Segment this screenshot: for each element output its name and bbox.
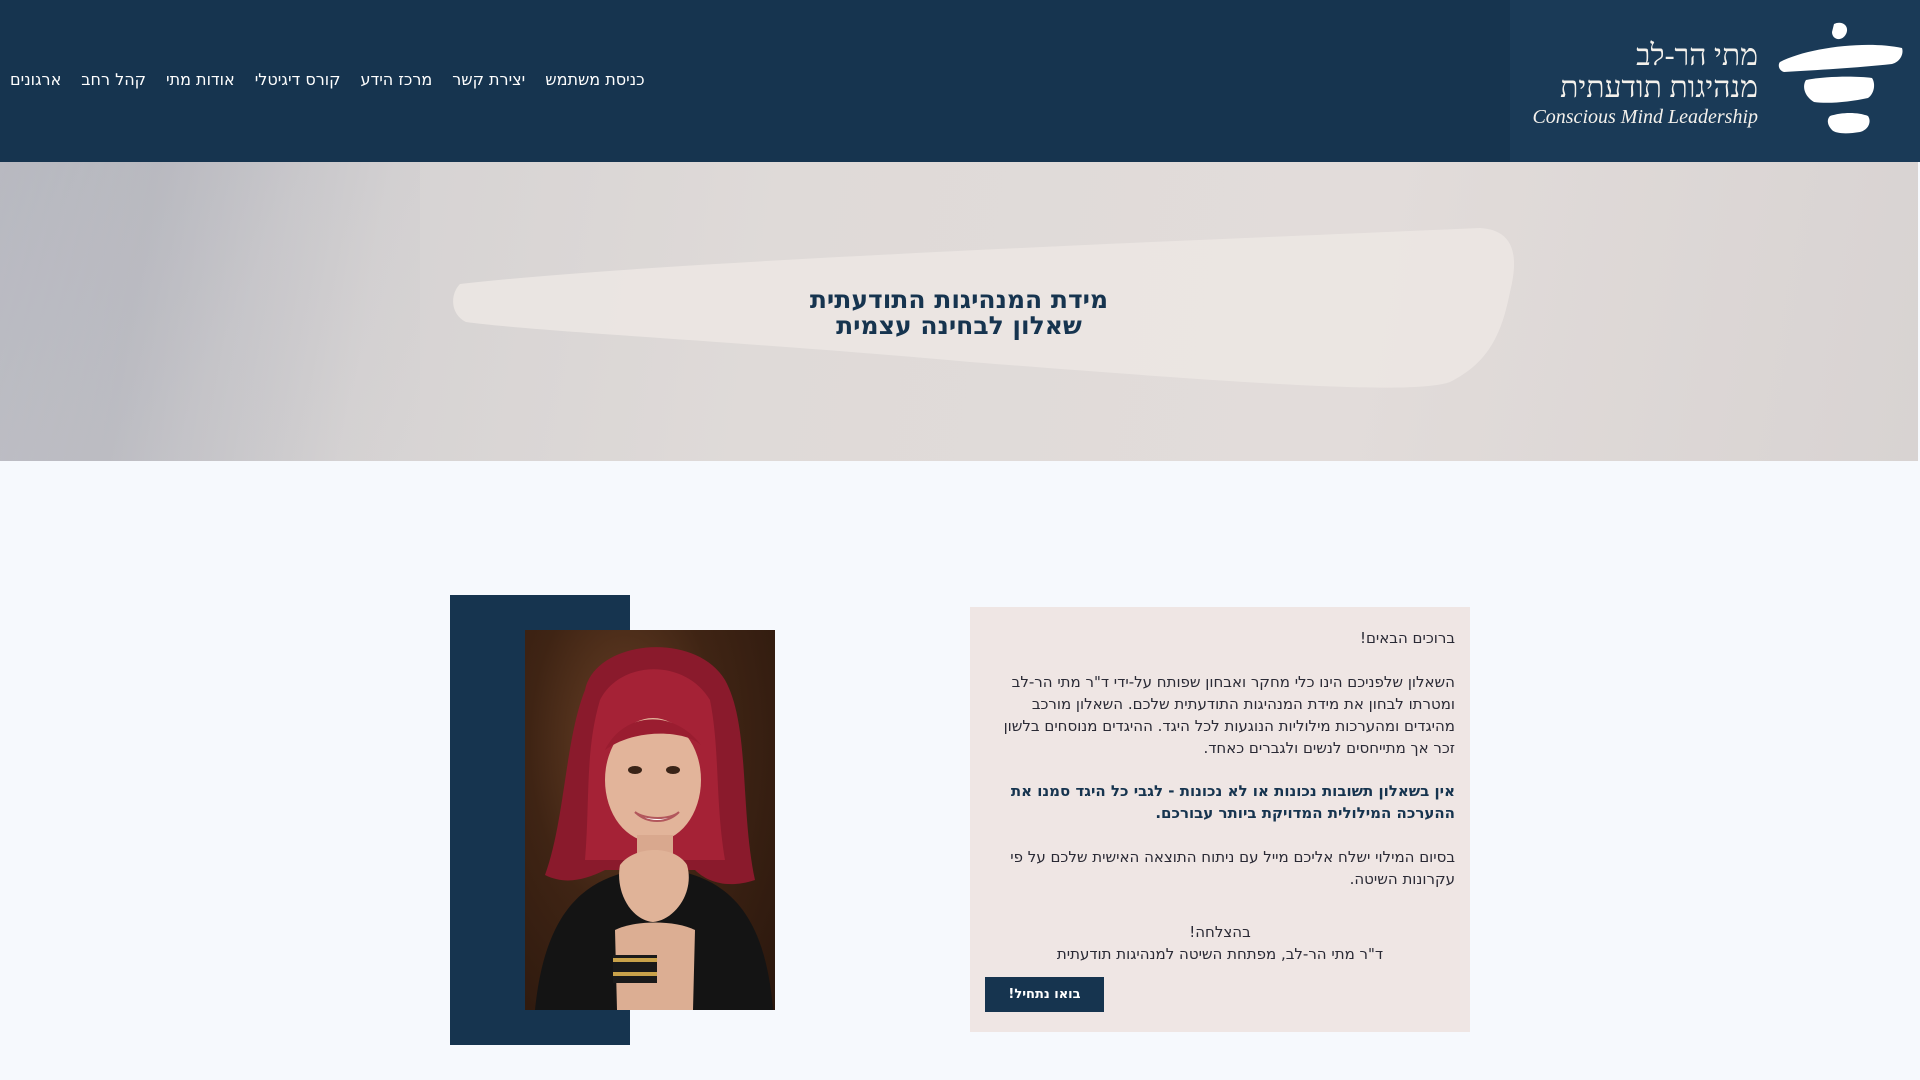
logo-text: מתי הר-לב מנהיגות תודעתית Conscious Mind…: [1532, 40, 1758, 130]
logo-name: מתי הר-לב: [1636, 39, 1758, 72]
nav-item-login[interactable]: כניסת משתמש: [545, 70, 644, 90]
nav-item-digital-course[interactable]: קורס דיגיטלי: [255, 70, 341, 90]
signature: בהצלחה! ד"ר מתי הר-לב, מפתחת השיטה למנהי…: [970, 921, 1470, 965]
signature-author: ד"ר מתי הר-לב, מפתחת השיטה למנהיגות תודע…: [1056, 945, 1384, 963]
start-questionnaire-button[interactable]: בואו נתחיל!: [985, 977, 1104, 1012]
logo-tagline-english: Conscious Mind Leadership: [1532, 106, 1758, 128]
main-nav: ארגונים קהל רחב אודות מתי קורס דיגיטלי מ…: [10, 70, 645, 90]
nav-item-knowledge-center[interactable]: מרכז הידע: [360, 70, 432, 90]
page-title-line1: מידת המנהיגות התודעתית: [809, 285, 1109, 314]
site-logo[interactable]: מתי הר-לב מנהיגות תודעתית Conscious Mind…: [1510, 0, 1920, 162]
logo-mark-icon: [1778, 22, 1903, 134]
nav-item-contact[interactable]: יצירת קשר: [452, 70, 525, 90]
site-header: ארגונים קהל רחב אודות מתי קורס דיגיטלי מ…: [0, 0, 1920, 162]
nav-item-about[interactable]: אודות מתי: [166, 70, 235, 90]
welcome-text: ברוכים הבאים!: [1359, 629, 1455, 647]
nav-item-organizations[interactable]: ארגונים: [10, 70, 61, 90]
intro-paragraph: השאלון שלפניכם הינו כלי מחקר ואבחון שפות…: [1003, 673, 1455, 757]
instructions-paragraph: אין בשאלון תשובות נכונות או לא נכונות - …: [1010, 782, 1455, 822]
page-title-line2: שאלון לבחינה עצמית: [836, 311, 1082, 340]
nav-item-general-public[interactable]: קהל רחב: [81, 70, 146, 90]
logo-tagline-hebrew: מנהיגות תודעתית: [1560, 71, 1758, 104]
results-paragraph: בסיום המילוי ישלח אליכם מייל עם ניתוח הת…: [1010, 848, 1455, 888]
page-title: מידת המנהיגות התודעתית שאלון לבחינה עצמי…: [0, 287, 1918, 339]
intro-card: ברוכים הבאים! השאלון שלפניכם הינו כלי מח…: [970, 607, 1470, 1032]
signature-greeting: בהצלחה!: [1189, 923, 1251, 941]
portrait-illustration: [535, 647, 773, 1010]
author-portrait: [525, 630, 775, 1010]
hero-banner: מידת המנהיגות התודעתית שאלון לבחינה עצמי…: [0, 162, 1918, 461]
